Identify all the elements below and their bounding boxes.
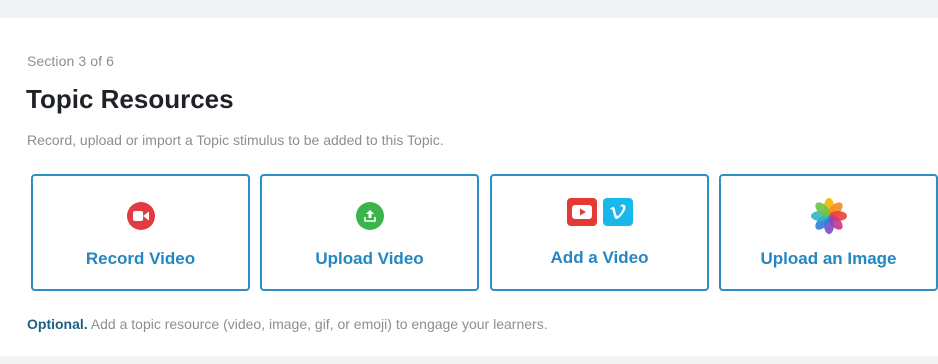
upload-video-icon-wrap xyxy=(355,202,384,230)
vimeo-icon xyxy=(602,198,633,226)
add-video-label: Add a Video xyxy=(550,248,649,267)
record-video-card[interactable]: Record Video xyxy=(31,174,250,291)
top-divider-strip xyxy=(0,0,938,18)
upload-image-card[interactable]: Upload an Image xyxy=(719,174,938,291)
section-progress-label: Section 3 of 6 xyxy=(27,53,115,69)
upload-video-label: Upload Video xyxy=(315,249,424,268)
video-camera-icon xyxy=(126,202,155,230)
upload-icon xyxy=(355,202,384,230)
optional-label: Optional. xyxy=(27,316,88,332)
footer-text: Add a topic resource (video, image, gif,… xyxy=(87,316,548,332)
page-title: Topic Resources xyxy=(26,84,234,114)
record-video-label: Record Video xyxy=(85,249,196,268)
add-video-icons xyxy=(566,198,633,226)
add-video-card[interactable]: Add a Video xyxy=(490,174,709,291)
record-video-icon-wrap xyxy=(126,202,155,230)
photos-icon xyxy=(810,198,847,234)
upload-video-card[interactable]: Upload Video xyxy=(260,174,479,291)
upload-image-label: Upload an Image xyxy=(760,249,897,268)
bottom-divider-strip xyxy=(0,356,938,364)
youtube-icon xyxy=(566,198,597,226)
footer-note: Optional. Add a topic resource (video, i… xyxy=(27,316,548,332)
upload-image-icon-wrap xyxy=(809,196,849,236)
page-description: Record, upload or import a Topic stimulu… xyxy=(27,132,444,148)
resource-options: Record Video Upload Video Add a Video Up… xyxy=(31,174,938,291)
